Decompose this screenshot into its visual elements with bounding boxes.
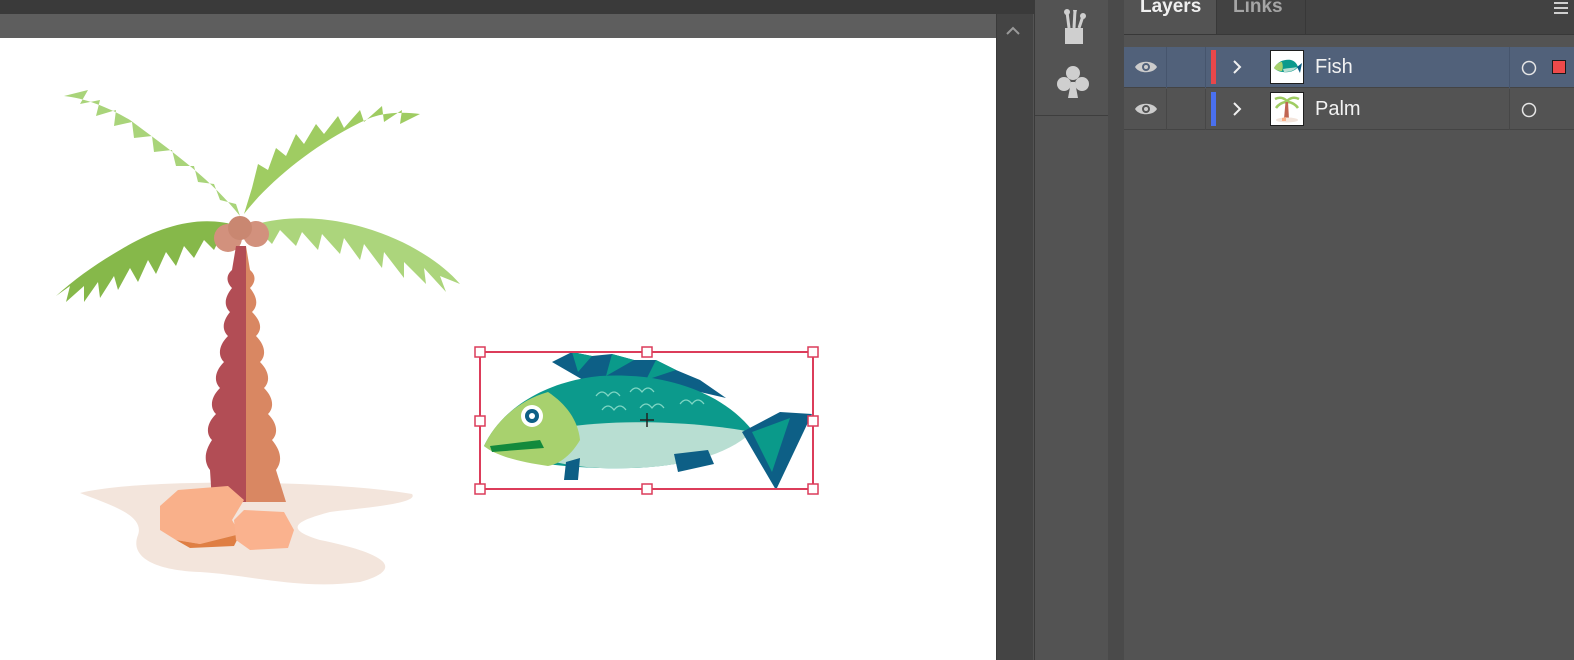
target-circle-icon[interactable] — [1521, 60, 1537, 76]
resize-handle-bottom-right[interactable] — [807, 483, 819, 495]
layer-name-palm[interactable]: Palm — [1315, 89, 1361, 130]
layer-color-swatch — [1211, 50, 1216, 84]
artboard-canvas[interactable] — [0, 38, 996, 660]
layer-row-fish[interactable]: Fish — [1124, 47, 1574, 88]
tab-layers[interactable]: Layers — [1124, 0, 1216, 34]
resize-handle-left[interactable] — [474, 415, 486, 427]
brushes-icon[interactable] — [1053, 6, 1093, 46]
selected-art-indicator[interactable] — [1552, 60, 1566, 74]
layer-thumbnail-palm — [1270, 92, 1304, 126]
column-divider — [1205, 47, 1206, 88]
scroll-up-chevron-icon[interactable] — [1000, 20, 1026, 42]
document-tab-bar — [0, 0, 1034, 14]
target-circle-icon[interactable] — [1521, 102, 1537, 118]
panel-menu-icon[interactable] — [1544, 0, 1572, 20]
dock-separator — [1035, 115, 1109, 116]
resize-handle-top-right[interactable] — [807, 346, 819, 358]
column-divider — [1166, 89, 1167, 130]
resize-handle-right[interactable] — [807, 415, 819, 427]
ruler-strip — [0, 14, 996, 39]
layer-thumbnail-fish — [1270, 50, 1304, 84]
layer-row-palm[interactable]: Palm — [1124, 89, 1574, 130]
column-divider — [1509, 47, 1510, 88]
layer-name-fish[interactable]: Fish — [1315, 47, 1353, 88]
resize-handle-top[interactable] — [641, 346, 653, 358]
tab-links[interactable]: Links — [1216, 0, 1306, 34]
fish-artwork[interactable] — [484, 352, 812, 490]
symbols-club-icon[interactable] — [1053, 62, 1093, 102]
expand-chevron-icon[interactable] — [1230, 100, 1244, 118]
vertical-scrollbar[interactable] — [996, 14, 1033, 660]
palm-artwork[interactable] — [56, 90, 460, 585]
column-divider — [1509, 89, 1510, 130]
layers-panel: Layers Links Fish Palm — [1124, 0, 1574, 660]
resize-handle-top-left[interactable] — [474, 346, 486, 358]
column-divider — [1205, 89, 1206, 130]
panel-tab-bar: Layers Links — [1124, 0, 1574, 35]
expand-chevron-icon[interactable] — [1230, 58, 1244, 76]
layer-color-swatch — [1211, 92, 1216, 126]
column-divider — [1166, 47, 1167, 88]
collapsed-panel-dock — [1034, 0, 1110, 660]
visibility-eye-icon[interactable] — [1134, 101, 1158, 117]
visibility-eye-icon[interactable] — [1134, 59, 1158, 75]
panel-gutter — [1108, 0, 1125, 660]
resize-handle-bottom-left[interactable] — [474, 483, 486, 495]
resize-handle-bottom[interactable] — [641, 483, 653, 495]
